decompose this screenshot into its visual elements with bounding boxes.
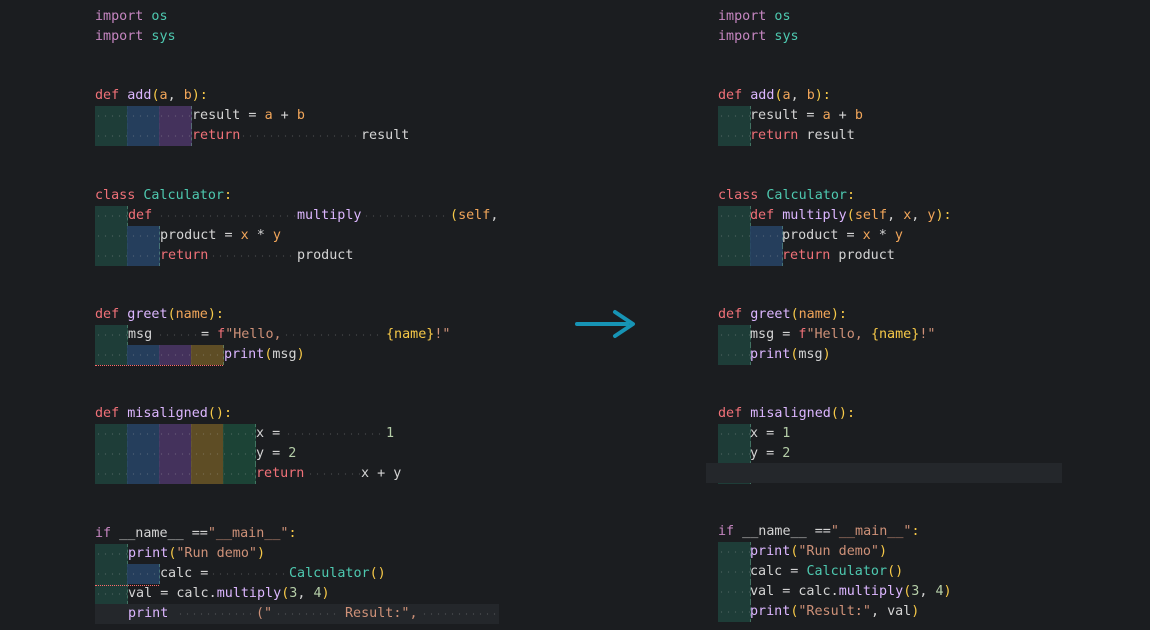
whitespace-dots	[718, 226, 782, 246]
code-line: ("	[256, 606, 273, 621]
whitespace-dots	[307, 464, 360, 484]
code-line: val = calc.multiply(3, 4)	[128, 586, 330, 601]
code-line: return	[256, 466, 305, 481]
whitespace-dots	[718, 106, 750, 126]
whitespace-dots	[718, 246, 782, 266]
code-line: 1	[386, 426, 395, 441]
code-line: (self,	[450, 208, 499, 223]
code-line: class Calculator:	[95, 188, 233, 203]
whitespace-dots	[95, 325, 127, 345]
code-line: if __name__ =="__main__":	[718, 524, 920, 539]
whitespace-dots	[210, 564, 285, 584]
code-line: result	[361, 128, 410, 143]
whitespace-dots	[285, 424, 385, 444]
code-line: x = 1	[750, 426, 791, 441]
whitespace-dots	[95, 206, 127, 226]
code-line: x =	[256, 426, 281, 441]
whitespace-dots	[95, 444, 255, 464]
code-line: print("Run demo")	[128, 546, 266, 561]
whitespace-dots	[718, 562, 750, 582]
whitespace-dots	[95, 464, 255, 484]
whitespace-dots	[95, 126, 191, 146]
whitespace-dots	[157, 325, 197, 345]
code-line: return result	[750, 128, 855, 143]
whitespace-dots	[718, 325, 750, 345]
code-line: print("Result:", val)	[750, 604, 920, 619]
whitespace-dots	[95, 106, 191, 126]
code-line: def greet(name):	[718, 307, 847, 322]
code-line: import os	[718, 9, 791, 24]
whitespace-dots	[718, 206, 750, 226]
whitespace-dots	[718, 126, 750, 146]
whitespace-dots	[718, 602, 750, 622]
whitespace-dots	[363, 206, 446, 226]
code-line: def add(a, b):	[718, 88, 831, 103]
code-line: import os	[95, 9, 168, 24]
whitespace-dots	[158, 206, 295, 226]
code-line: result = a + b	[750, 108, 863, 123]
code-line: Result:",	[345, 606, 418, 621]
whitespace-dots	[95, 584, 127, 604]
whitespace-dots	[240, 126, 357, 146]
code-line: calc = Calculator()	[750, 564, 904, 579]
code-line: import sys	[95, 29, 176, 44]
code-line: msg = f"Hello, {name}!"	[750, 327, 936, 342]
error-squiggle	[95, 361, 223, 366]
code-line: result = a + b	[192, 108, 305, 123]
code-line: {name}!"	[386, 327, 451, 342]
code-line: product = x * y	[160, 228, 281, 243]
code-line: return	[192, 128, 241, 143]
whitespace-dots	[95, 246, 159, 266]
code-line: def greet(name):	[95, 307, 224, 322]
whitespace-dots	[95, 544, 127, 564]
code-line: def	[128, 208, 153, 223]
whitespace-dots	[718, 345, 750, 365]
code-line: if __name__ =="__main__":	[95, 526, 297, 541]
code-line: return product	[782, 248, 895, 263]
code-line: x + y	[361, 466, 402, 481]
code-line: y = 2	[256, 446, 297, 461]
code-line: product	[297, 248, 354, 263]
whitespace-dots	[718, 582, 750, 602]
whitespace-dots	[718, 444, 750, 464]
whitespace-dots	[718, 424, 750, 444]
code-line: product = x * y	[782, 228, 903, 243]
code-line: = f"Hello,	[201, 327, 282, 342]
code-line: def misaligned():	[718, 406, 856, 421]
code-line: calc =	[160, 566, 209, 581]
code-line: val = calc.multiply(3, 4)	[750, 584, 952, 599]
whitespace-dots	[95, 226, 159, 246]
code-line: Calculator()	[289, 566, 386, 581]
whitespace-dots	[283, 325, 379, 345]
code-line: def add(a, b):	[95, 88, 208, 103]
code-line: def multiply(self, x, y):	[750, 208, 952, 223]
whitespace-dots	[177, 604, 252, 624]
code-line: print("Run demo")	[750, 544, 888, 559]
code-line: print(msg)	[224, 347, 305, 362]
whitespace-dots	[95, 424, 255, 444]
code-line: print	[128, 606, 169, 621]
code-line: import sys	[718, 29, 799, 44]
whitespace-dots	[421, 604, 496, 624]
current-line-highlight	[706, 463, 1062, 483]
code-line: y = 2	[750, 446, 791, 461]
code-line: msg	[128, 327, 153, 342]
code-line: print(msg)	[750, 347, 831, 362]
right-arrow-icon	[575, 310, 635, 338]
whitespace-dots	[275, 604, 340, 624]
code-line: def misaligned():	[95, 406, 233, 421]
whitespace-dots	[210, 246, 295, 266]
code-line: return	[160, 248, 209, 263]
whitespace-dots	[718, 542, 750, 562]
code-line: multiply	[297, 208, 362, 223]
code-line: class Calculator:	[718, 188, 856, 203]
